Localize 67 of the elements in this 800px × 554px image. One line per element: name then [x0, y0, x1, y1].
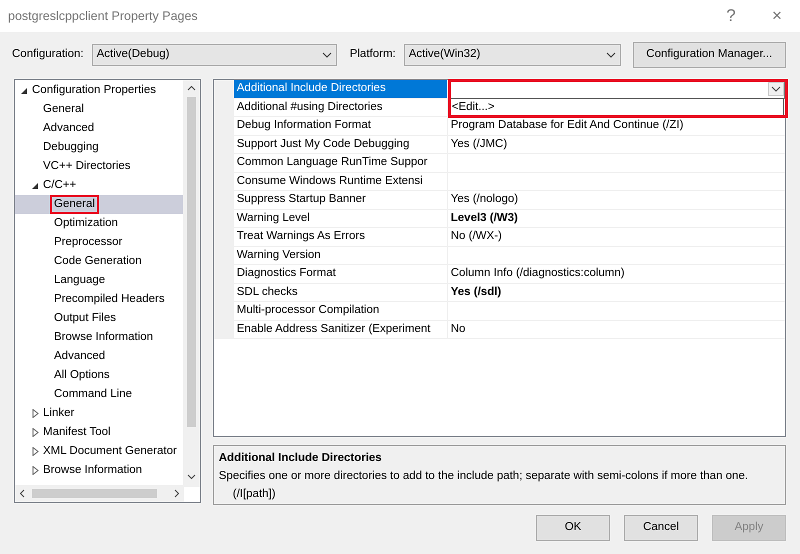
description-text: Specifies one or more directories to add to the include path; separate with semi-colons if more than one. (/I[path]): [218, 469, 750, 502]
collapsed-triangle-icon[interactable]: [32, 428, 38, 437]
tree-item[interactable]: XML Document Generator: [15, 442, 184, 461]
expanded-triangle-icon[interactable]: [20, 86, 28, 95]
tree-item[interactable]: C/C++: [15, 176, 184, 195]
tree-item[interactable]: Command Line: [15, 385, 184, 404]
collapsed-triangle-icon[interactable]: [32, 409, 38, 418]
tree-item[interactable]: Browse Information: [15, 461, 184, 480]
property-value: Program Database for Edit And Continue (/ZI): [448, 117, 785, 136]
close-button[interactable]: ×: [754, 3, 800, 29]
platform-dropdown[interactable]: Active(Win32): [404, 44, 621, 66]
tree-item[interactable]: Output Files: [15, 309, 184, 328]
configuration-manager-button[interactable]: Configuration Manager...: [632, 42, 786, 68]
tree-item[interactable]: Manifest Tool: [15, 423, 184, 442]
tree-item[interactable]: Linker: [15, 404, 184, 423]
property-value: Yes (/JMC): [448, 136, 785, 154]
tree-item[interactable]: VC++ Directories: [15, 157, 184, 176]
property-value: Column Info (/diagnostics:column): [448, 265, 785, 284]
window-title: postgreslcppclient Property Pages: [8, 8, 199, 25]
tree-item[interactable]: Optimization: [15, 214, 184, 233]
configuration-dropdown[interactable]: Active(Debug): [92, 44, 337, 66]
property-name[interactable]: SDL checks: [234, 284, 448, 302]
property-name[interactable]: Suppress Startup Banner: [234, 191, 448, 210]
property-name[interactable]: Additional Include Directories: [234, 80, 448, 98]
property-name[interactable]: Warning Level: [234, 210, 448, 228]
configuration-label: Configuration:: [12, 46, 84, 62]
property-value: Level3 (/W3): [448, 210, 785, 228]
property-value: Yes (/nologo): [448, 191, 785, 210]
tree-item[interactable]: Browse Information: [15, 328, 184, 347]
vertical-scrollbar[interactable]: [182, 80, 200, 487]
tree-item[interactable]: Preprocessor: [15, 233, 184, 252]
tree-item[interactable]: Debugging: [15, 138, 184, 157]
property-name[interactable]: Diagnostics Format: [234, 265, 448, 284]
property-name[interactable]: Debug Information Format: [234, 117, 448, 136]
tree-item[interactable]: General: [15, 195, 184, 214]
help-button[interactable]: ?: [708, 3, 754, 29]
property-name[interactable]: Consume Windows Runtime Extensi: [234, 172, 448, 191]
collapsed-triangle-icon[interactable]: [32, 466, 38, 475]
tree-item[interactable]: Language: [15, 271, 184, 290]
tree-item[interactable]: Advanced: [15, 119, 184, 138]
chevron-down-icon: [606, 52, 616, 58]
tree-item[interactable]: Configuration Properties: [15, 81, 184, 100]
tree-item[interactable]: Code Generation: [15, 252, 184, 271]
property-name[interactable]: Additional #using Directories: [234, 98, 448, 117]
property-value: No: [448, 320, 785, 339]
platform-label: Platform:: [350, 46, 396, 62]
description-title: Additional Include Directories: [218, 451, 383, 466]
tree-item[interactable]: Advanced: [15, 347, 184, 366]
property-value: No (/WX-): [448, 228, 785, 246]
tree-item[interactable]: All Options: [15, 366, 184, 385]
collapsed-triangle-icon[interactable]: [32, 447, 38, 456]
property-name[interactable]: Treat Warnings As Errors: [234, 228, 448, 246]
dropdown-option[interactable]: <Edit...>: [448, 98, 784, 116]
property-name[interactable]: Warning Version: [234, 246, 448, 265]
tree-item[interactable]: Precompiled Headers: [15, 290, 184, 309]
dialog-button[interactable]: Cancel: [624, 515, 698, 541]
property-name[interactable]: Enable Address Sanitizer (Experiment: [234, 320, 448, 339]
dialog-button[interactable]: OK: [536, 515, 610, 541]
tree-item[interactable]: General: [15, 100, 184, 119]
chevron-down-icon: [322, 52, 332, 58]
property-name[interactable]: Support Just My Code Debugging: [234, 136, 448, 154]
property-value: Yes (/sdl): [448, 284, 785, 302]
horizontal-scrollbar[interactable]: [15, 485, 184, 502]
property-name[interactable]: Multi-processor Compilation: [234, 302, 448, 320]
property-name[interactable]: Common Language RunTime Suppor: [234, 154, 448, 172]
chevron-down-icon: [768, 82, 784, 96]
expanded-triangle-icon[interactable]: [32, 181, 38, 190]
